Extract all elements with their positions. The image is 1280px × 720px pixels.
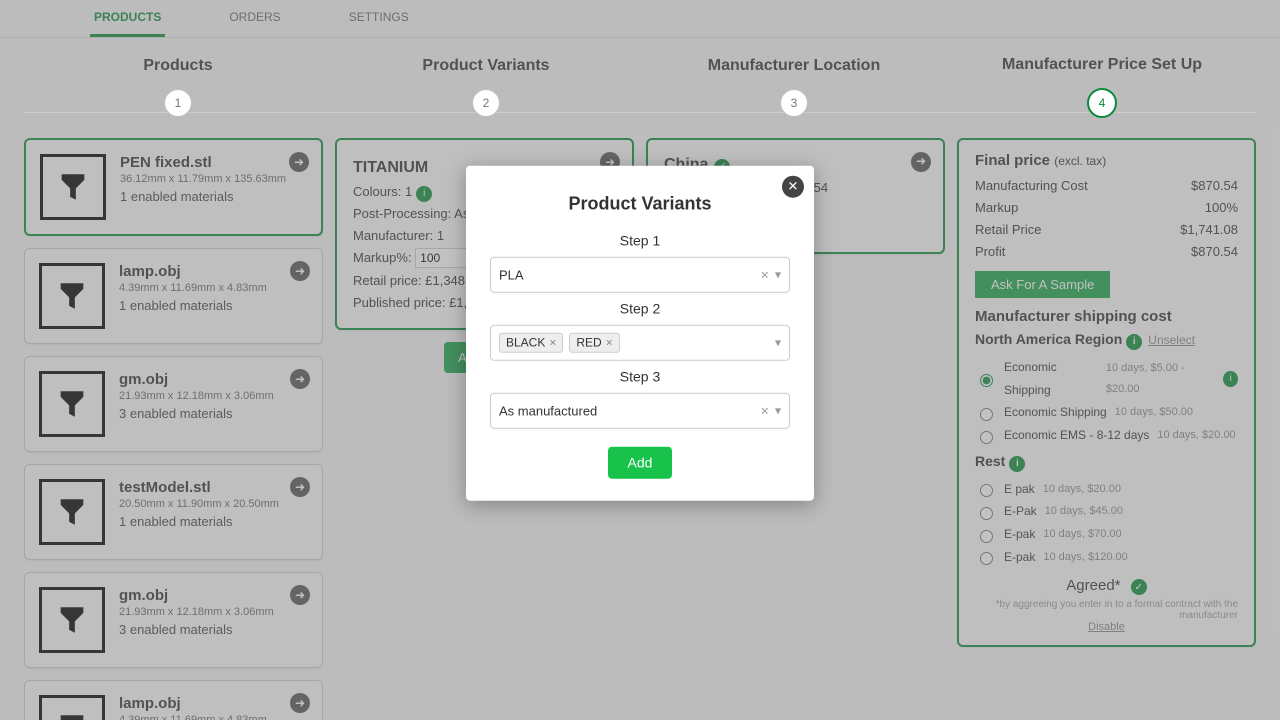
chip-remove-icon[interactable]: × [549, 336, 556, 350]
step-circle-3[interactable]: 3 [780, 89, 808, 117]
step-circle-2[interactable]: 2 [472, 89, 500, 117]
clear-icon[interactable]: × [761, 267, 769, 283]
product-variants-modal: ✕ Product Variants Step 1 PLA × ▾ Step 2… [466, 166, 814, 501]
add-button[interactable]: Add [608, 447, 673, 479]
colour-chip: BLACK× [499, 333, 563, 353]
finish-value: As manufactured [499, 403, 755, 418]
modal-step-1-label: Step 1 [490, 233, 790, 249]
material-value: PLA [499, 267, 755, 282]
step-circle-4[interactable]: 4 [1087, 88, 1117, 118]
colour-chip: RED× [569, 333, 619, 353]
chevron-down-icon[interactable]: ▾ [775, 336, 781, 350]
clear-icon[interactable]: × [761, 403, 769, 419]
step-line [24, 112, 1256, 113]
step-circle-1[interactable]: 1 [164, 89, 192, 117]
modal-step-2-label: Step 2 [490, 301, 790, 317]
colour-select[interactable]: BLACK× RED× ▾ [490, 325, 790, 361]
modal-step-3-label: Step 3 [490, 369, 790, 385]
close-icon[interactable]: ✕ [782, 176, 804, 198]
material-select[interactable]: PLA × ▾ [490, 257, 790, 293]
modal-title: Product Variants [490, 194, 790, 215]
finish-select[interactable]: As manufactured × ▾ [490, 393, 790, 429]
chip-remove-icon[interactable]: × [606, 336, 613, 350]
chevron-down-icon[interactable]: ▾ [775, 268, 781, 282]
chevron-down-icon[interactable]: ▾ [775, 404, 781, 418]
